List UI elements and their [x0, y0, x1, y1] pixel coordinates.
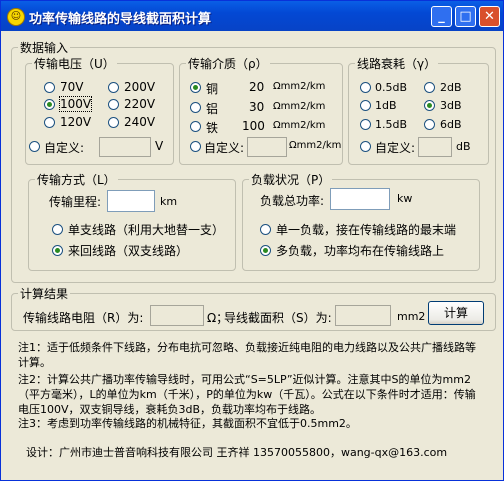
attenuation-2db-label[interactable]: 2dB	[440, 81, 462, 94]
voltage-220v-radio[interactable]	[108, 99, 119, 110]
minimize-button[interactable]: _	[431, 6, 452, 27]
resistance-output	[150, 305, 204, 326]
medium-copper-label[interactable]: 铜	[206, 80, 218, 97]
medium-copper-value: 20	[249, 80, 265, 94]
attenuation-legend: 线路衰耗（γ）	[357, 57, 437, 71]
designer-credit: 设计：广州市迪士普音响科技有限公司 王齐祥 13570055800，wang-q…	[26, 446, 448, 459]
attenuation-custom-input[interactable]	[418, 137, 452, 157]
attenuation-3db-radio[interactable]	[424, 100, 435, 111]
load-legend: 负载状况（P）	[251, 173, 331, 187]
resistance-label: 传输线路电阻（R）为:	[23, 311, 144, 325]
attenuation-6db-radio[interactable]	[424, 119, 435, 130]
note-3: 注3：考虑到功率传输线路的机械特征，其截面积不宜低于0.5mm2。	[18, 417, 357, 430]
voltage-legend: 传输电压（U）	[34, 57, 115, 71]
voltage-70v-label[interactable]: 70V	[60, 80, 83, 94]
mileage-unit: km	[160, 195, 178, 208]
attenuation-custom-label[interactable]: 自定义:	[375, 139, 415, 156]
medium-custom-label[interactable]: 自定义:	[204, 139, 244, 156]
medium-iron-unit: Ωmm2/km	[273, 120, 326, 131]
area-output	[335, 305, 391, 326]
single-load-label[interactable]: 单一负载，接在传输线路的最末端	[276, 221, 456, 238]
attenuation-unit: dB	[456, 140, 471, 153]
maximize-button[interactable]: □	[455, 6, 476, 27]
medium-custom-unit: Ωmm2/km	[289, 140, 342, 151]
calculate-button[interactable]: 计算	[428, 301, 484, 325]
note-2: 注2：计算公共广播功率传输导线时，可用公式“S=5LP”近似计算。注意其中S的单…	[18, 373, 476, 416]
smiley-app-icon: ☺	[7, 8, 25, 26]
single-line-label[interactable]: 单支线路（利用大地替一支）	[68, 221, 224, 238]
voltage-100v-radio[interactable]	[44, 99, 55, 110]
medium-custom-radio[interactable]	[190, 141, 201, 152]
attenuation-0.5db-label[interactable]: 0.5dB	[375, 81, 407, 94]
close-button[interactable]: ✕	[479, 6, 500, 27]
multi-load-label[interactable]: 多负载，功率均布在传输线路上	[276, 242, 444, 259]
client-area: 数据输入 传输电压（U） 70V 200V 100V 220V 120V 240…	[4, 31, 500, 477]
medium-copper-unit: Ωmm2/km	[273, 81, 326, 92]
attenuation-0.5db-radio[interactable]	[360, 82, 371, 93]
note-1: 注1：适于低频条件下线路，分布电抗可忽略、负载接近纯电阻的电力线路以及公共广播线…	[18, 341, 476, 369]
data-input-legend: 数据输入	[20, 41, 69, 55]
medium-aluminum-unit: Ωmm2/km	[273, 101, 326, 112]
main-window: ☺ 功率传输线路的导线截面积计算 _ □ ✕ 数据输入 传输电压（U） 70V …	[0, 0, 504, 481]
title-bar[interactable]: ☺ 功率传输线路的导线截面积计算 _ □ ✕	[1, 1, 503, 31]
medium-legend: 传输介质（ρ）	[188, 57, 268, 71]
round-trip-line-radio[interactable]	[52, 245, 63, 256]
single-load-radio[interactable]	[260, 224, 271, 235]
mileage-input[interactable]	[107, 190, 155, 212]
area-unit: mm2	[397, 310, 426, 323]
attenuation-custom-radio[interactable]	[360, 141, 371, 152]
result-legend: 计算结果	[20, 287, 69, 301]
attenuation-1.5db-radio[interactable]	[360, 119, 371, 130]
single-line-radio[interactable]	[52, 224, 63, 235]
voltage-220v-label[interactable]: 220V	[124, 97, 155, 111]
voltage-120v-radio[interactable]	[44, 117, 55, 128]
attenuation-2db-radio[interactable]	[424, 82, 435, 93]
medium-copper-radio[interactable]	[190, 82, 201, 93]
voltage-200v-radio[interactable]	[108, 82, 119, 93]
attenuation-3db-label[interactable]: 3dB	[440, 99, 462, 112]
attenuation-6db-label[interactable]: 6dB	[440, 118, 462, 131]
mileage-label: 传输里程:	[49, 195, 102, 209]
voltage-240v-radio[interactable]	[108, 117, 119, 128]
voltage-240v-label[interactable]: 240V	[124, 115, 155, 129]
area-label: 导线截面积（S）为:	[224, 311, 332, 325]
medium-custom-input[interactable]	[247, 137, 287, 157]
medium-aluminum-radio[interactable]	[190, 102, 201, 113]
transmission-legend: 传输方式（L）	[37, 173, 116, 187]
load-power-input[interactable]	[330, 188, 390, 210]
window-title: 功率传输线路的导线截面积计算	[29, 12, 212, 27]
attenuation-1db-radio[interactable]	[360, 100, 371, 111]
medium-iron-radio[interactable]	[190, 121, 201, 132]
voltage-120v-label[interactable]: 120V	[60, 115, 91, 129]
medium-iron-value: 100	[242, 119, 265, 133]
voltage-custom-label[interactable]: 自定义:	[44, 139, 84, 156]
round-trip-line-label[interactable]: 来回线路（双支线路）	[68, 242, 188, 259]
medium-aluminum-value: 30	[249, 100, 265, 114]
voltage-100v-label[interactable]: 100V	[58, 96, 93, 112]
multi-load-radio[interactable]	[260, 245, 271, 256]
attenuation-1db-label[interactable]: 1dB	[375, 99, 397, 112]
load-power-unit: kw	[397, 192, 413, 205]
medium-aluminum-label[interactable]: 铝	[206, 100, 218, 117]
load-power-label: 负载总功率:	[260, 194, 325, 208]
attenuation-1.5db-label[interactable]: 1.5dB	[375, 118, 407, 131]
voltage-custom-radio[interactable]	[29, 141, 40, 152]
voltage-custom-input[interactable]	[99, 137, 151, 157]
voltage-unit: V	[155, 139, 164, 153]
voltage-70v-radio[interactable]	[44, 82, 55, 93]
voltage-200v-label[interactable]: 200V	[124, 80, 155, 94]
medium-iron-label[interactable]: 铁	[206, 119, 218, 136]
